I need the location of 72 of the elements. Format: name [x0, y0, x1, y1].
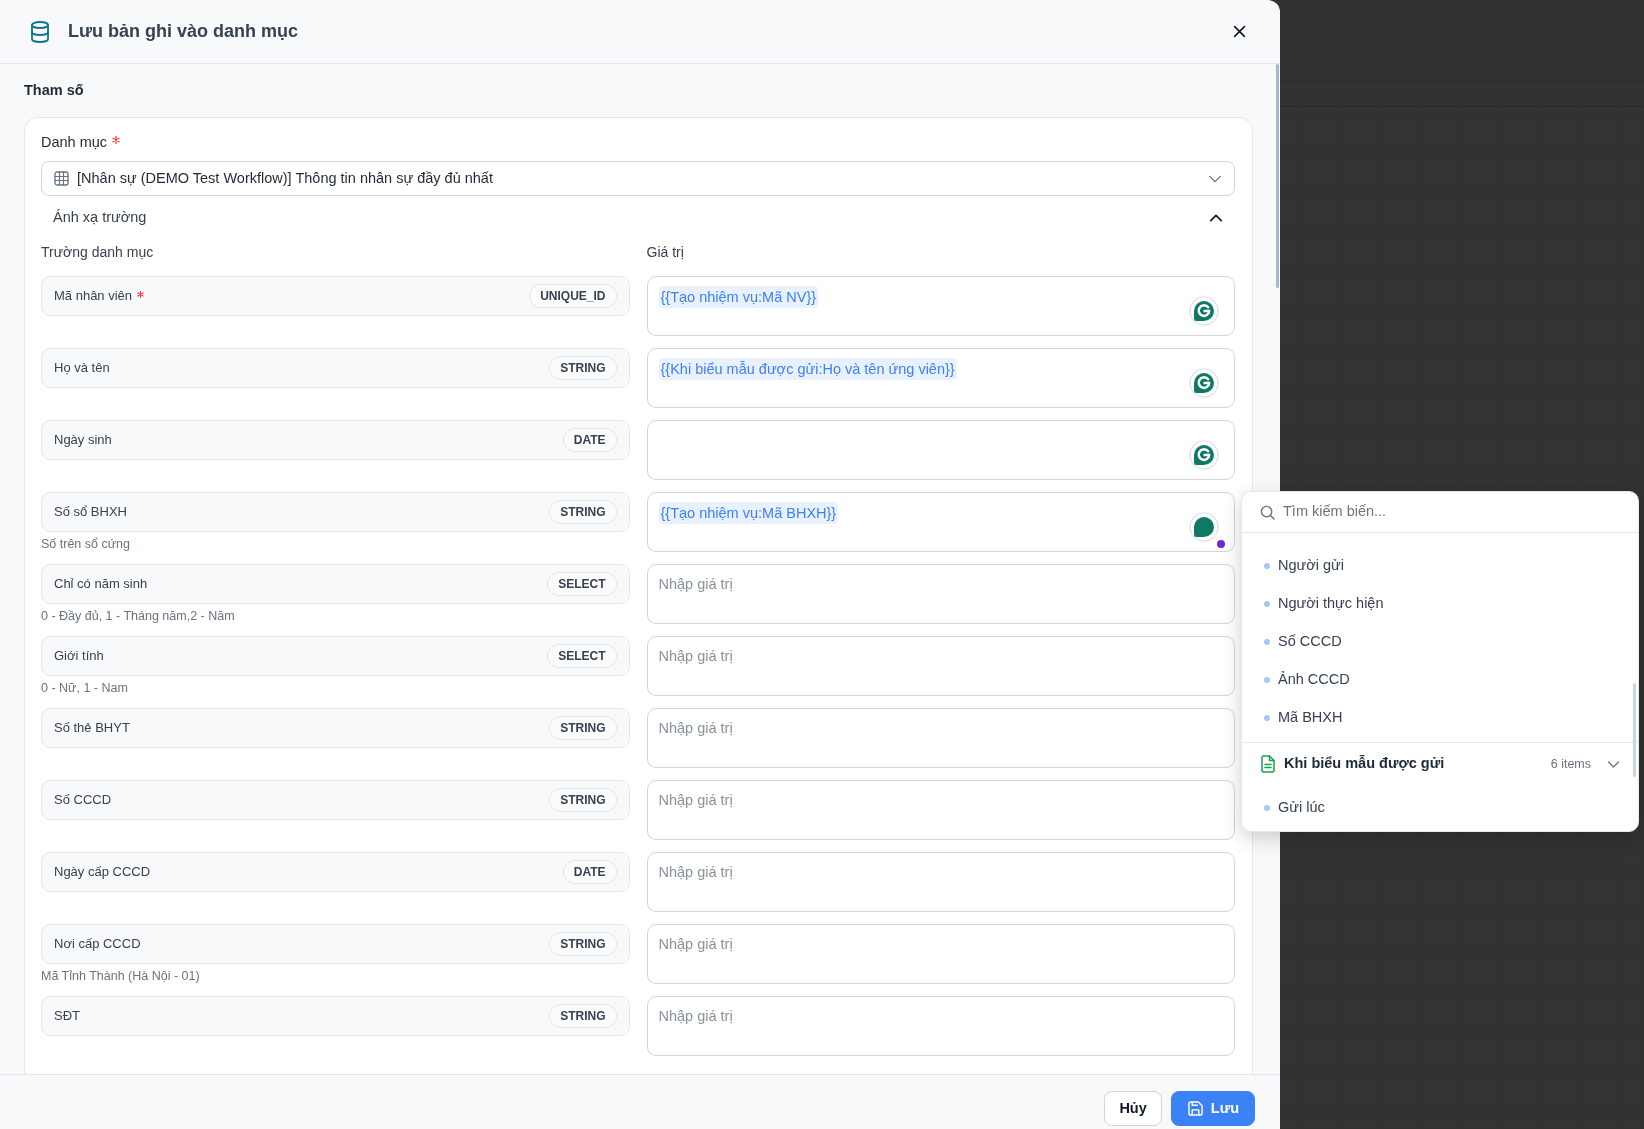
dot-icon: [1264, 715, 1270, 721]
type-tag: SELECT: [547, 644, 617, 668]
variable-item[interactable]: Người thực hiện: [1242, 585, 1638, 623]
search-icon: [1260, 504, 1275, 520]
cancel-button[interactable]: Hủy: [1104, 1091, 1162, 1126]
type-tag: DATE: [562, 428, 617, 452]
database-icon: [28, 19, 52, 44]
variable-chip: {{Tạo nhiệm vụ:Mã BHXH}}: [658, 502, 839, 524]
document-icon: [1260, 755, 1276, 773]
field-name: SĐT: [54, 1007, 80, 1026]
group-header[interactable]: Khi biểu mẫu được gửi 6 items: [1242, 743, 1638, 785]
type-tag: STRING: [549, 788, 617, 812]
section-title: Tham số: [24, 81, 85, 100]
value-field[interactable]: Nhập giá trị: [646, 780, 1235, 840]
g-bubble-icon[interactable]: [1189, 368, 1219, 398]
table-icon: [54, 171, 69, 186]
field-name: Chỉ có năm sinh: [54, 575, 148, 594]
dot-icon: [1264, 677, 1270, 683]
scrollbar-thumb[interactable]: [1633, 683, 1636, 777]
variable-item[interactable]: Mã BHXH: [1242, 699, 1638, 737]
variable-chip: {{Tạo nhiệm vụ:Mã NV}}: [658, 286, 819, 308]
search-field[interactable]: Tìm kiếm biến...: [1283, 501, 1624, 523]
type-tag: UNIQUE_ID: [529, 284, 617, 308]
field-name: Số thẻ BHYT: [54, 719, 130, 738]
value-field[interactable]: Nhập giá trị: [646, 708, 1235, 768]
field-name: Nơi cấp CCCD: [54, 935, 141, 954]
field-name: Ngày cấp CCCD: [54, 863, 151, 882]
type-tag: DATE: [562, 860, 617, 884]
g-bubble-icon[interactable]: [1189, 440, 1219, 470]
field-name: Ngày sinh: [54, 431, 112, 450]
value-field[interactable]: Nhập giá trị: [646, 636, 1235, 696]
type-tag: STRING: [549, 1004, 617, 1028]
column-header: Trường danh mục: [41, 243, 155, 262]
type-tag: STRING: [549, 932, 617, 956]
field-name: Mã nhân viên: [54, 287, 133, 306]
variable-item[interactable]: Ảnh CCCD: [1242, 661, 1638, 699]
type-tag: SELECT: [547, 572, 617, 596]
column-header: Giá trị: [646, 243, 685, 262]
mapping-toggle[interactable]: Ánh xạ trường: [41, 196, 1235, 240]
value-field[interactable]: Nhập giá trị: [646, 852, 1235, 912]
type-tag: STRING: [549, 716, 617, 740]
field-name: Họ và tên: [54, 359, 110, 378]
scrollbar-thumb[interactable]: [1276, 64, 1279, 288]
g-bubble-icon[interactable]: [1189, 296, 1219, 326]
field-hint: Mã Tỉnh Thành (Hà Nội - 01): [41, 968, 201, 984]
field-label: Danh mục: [41, 133, 108, 152]
field-name: Số CCCD: [54, 791, 112, 810]
close-icon: [1233, 25, 1246, 38]
value-field[interactable]: Nhập giá trị: [646, 996, 1235, 1056]
dot-icon: [1264, 563, 1270, 569]
type-tag: STRING: [549, 356, 617, 380]
field-hint: 0 - Nữ, 1 - Nam: [41, 680, 129, 696]
field-hint: 0 - Đầy đủ, 1 - Tháng năm,2 - Năm: [41, 608, 236, 624]
save-button[interactable]: Lưu: [1170, 1091, 1255, 1126]
variable-chip: {{Khi biểu mẫu được gửi:Họ và tên ứng viên}}: [658, 358, 957, 380]
field-name: Số sổ BHXH: [54, 503, 127, 522]
catalog-select[interactable]: [Nhân sự (DEMO Test Workflow)] Thông tin nhân sự đầy đủ nhất: [41, 161, 1235, 196]
field-name: Giới tính: [54, 647, 104, 666]
variable-item[interactable]: Số CCCD: [1242, 623, 1638, 661]
variable-item[interactable]: Gửi lúc: [1242, 789, 1638, 827]
bubble-icon[interactable]: [1189, 512, 1219, 542]
value-field[interactable]: [646, 420, 1235, 480]
field-hint: Số trên sổ cứng: [41, 536, 131, 552]
value-field[interactable]: Nhập giá trị: [646, 564, 1235, 624]
dot-icon: [1264, 639, 1270, 645]
variable-item[interactable]: Người gửi: [1242, 547, 1638, 585]
save-icon: [1187, 1101, 1203, 1116]
value-field[interactable]: Nhập giá trị: [646, 924, 1235, 984]
dot-icon: [1264, 805, 1270, 811]
dot-icon: [1264, 601, 1270, 607]
type-tag: STRING: [549, 500, 617, 524]
dialog-title: Lưu bản ghi vào danh mục: [68, 20, 299, 43]
